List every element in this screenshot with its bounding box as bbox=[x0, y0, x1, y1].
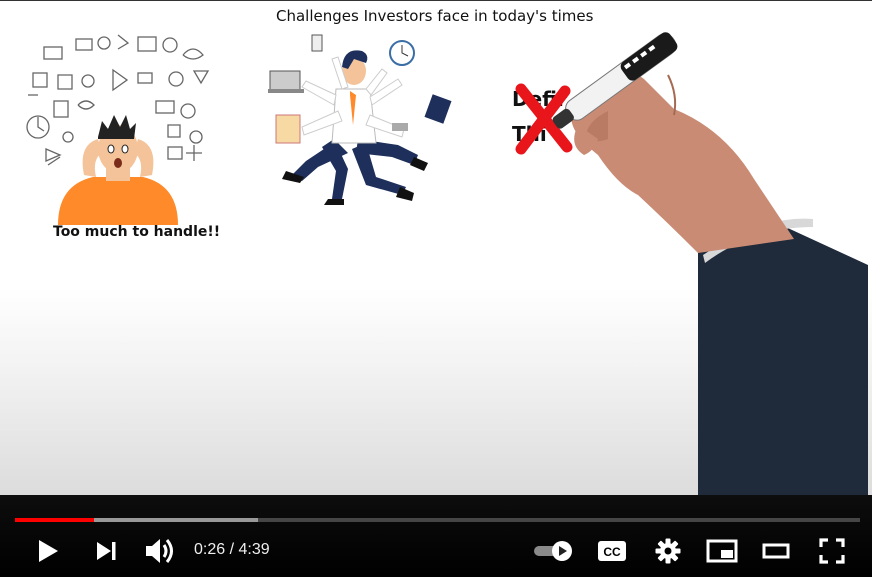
hand-with-marker-illustration bbox=[552, 32, 868, 495]
mute-button[interactable] bbox=[140, 533, 180, 569]
settings-button[interactable] bbox=[650, 533, 686, 569]
svg-text:CC: CC bbox=[603, 545, 621, 559]
autoplay-toggle[interactable] bbox=[530, 533, 576, 569]
whiteboard-title: Challenges Investors face in today's tim… bbox=[276, 7, 594, 25]
fullscreen-icon bbox=[819, 538, 845, 564]
next-icon bbox=[97, 542, 116, 560]
captions-button[interactable]: CC bbox=[594, 533, 630, 569]
multitasking-businessman-illustration bbox=[268, 34, 452, 205]
miniplayer-icon bbox=[706, 539, 738, 563]
settings-icon bbox=[655, 538, 681, 564]
captions-icon: CC bbox=[598, 541, 626, 561]
theater-icon bbox=[762, 543, 790, 559]
play-button[interactable] bbox=[30, 533, 66, 569]
current-time: 0:26 bbox=[194, 541, 226, 558]
autoplay-toggle-icon bbox=[534, 541, 572, 561]
player-controls: 0:26 / 4:39 CC bbox=[0, 495, 872, 577]
volume-icon bbox=[146, 539, 173, 563]
stressed-person-illustration bbox=[26, 34, 210, 225]
progress-played bbox=[15, 518, 94, 522]
overwhelmed-caption: Too much to handle!! bbox=[53, 224, 221, 240]
fullscreen-button[interactable] bbox=[814, 533, 850, 569]
miniplayer-button[interactable] bbox=[704, 533, 740, 569]
video-player[interactable]: Challenges Investors face in today's tim… bbox=[0, 0, 872, 577]
time-display: 0:26 / 4:39 bbox=[194, 541, 270, 559]
duration: 4:39 bbox=[238, 541, 270, 558]
progress-bar[interactable] bbox=[15, 518, 860, 522]
video-frame[interactable]: Challenges Investors face in today's tim… bbox=[0, 0, 872, 495]
next-button[interactable] bbox=[88, 533, 124, 569]
play-icon bbox=[39, 540, 58, 562]
theater-mode-button[interactable] bbox=[758, 533, 794, 569]
time-separator: / bbox=[225, 541, 239, 558]
